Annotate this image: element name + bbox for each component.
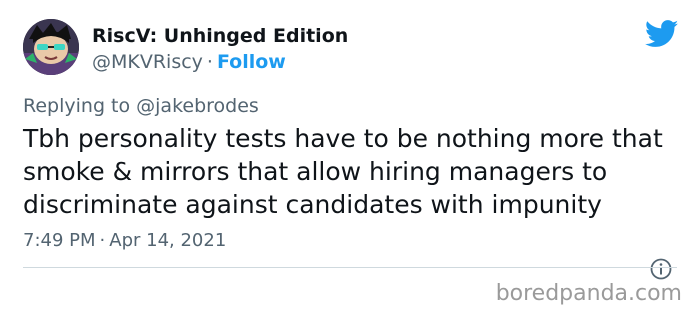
reply-mention-link[interactable]: @jakebrodes [136, 95, 259, 117]
replying-to-prefix: Replying to [23, 95, 137, 117]
follow-button[interactable]: Follow [217, 51, 286, 73]
tweet-time[interactable]: 7:49 PM [23, 230, 96, 251]
tweet-timestamp[interactable]: 7:49 PM · Apr 14, 2021 [23, 230, 226, 252]
tweet-date[interactable]: Apr 14, 2021 [109, 230, 226, 251]
author-handle-row: @MKVRiscy · Follow [92, 50, 286, 74]
tweet-text-line: Tbh personality tests have to be nothing… [23, 124, 663, 153]
tweet-text-line: discriminate against candidates with imp… [23, 190, 602, 219]
author-handle[interactable]: @MKVRiscy [92, 51, 203, 73]
avatar[interactable] [23, 19, 79, 75]
handle-separator: · [206, 51, 213, 73]
tweet-card: RiscV: Unhinged Edition @MKVRiscy · Follow… [0, 0, 700, 319]
author-display-name[interactable]: RiscV: Unhinged Edition [92, 24, 348, 48]
tweet-text: Tbh personality tests have to be nothing… [23, 122, 683, 221]
info-icon[interactable] [650, 258, 672, 280]
twitter-bird-icon[interactable] [645, 20, 679, 48]
divider [23, 267, 677, 268]
cartoon-avatar-icon [23, 19, 79, 75]
watermark: boredpanda.com [495, 281, 682, 306]
replying-to-line: Replying to @jakebrodes [23, 94, 259, 118]
timestamp-separator: · [99, 230, 106, 251]
tweet-text-line: smoke & mirrors that allow hiring manage… [23, 157, 608, 186]
